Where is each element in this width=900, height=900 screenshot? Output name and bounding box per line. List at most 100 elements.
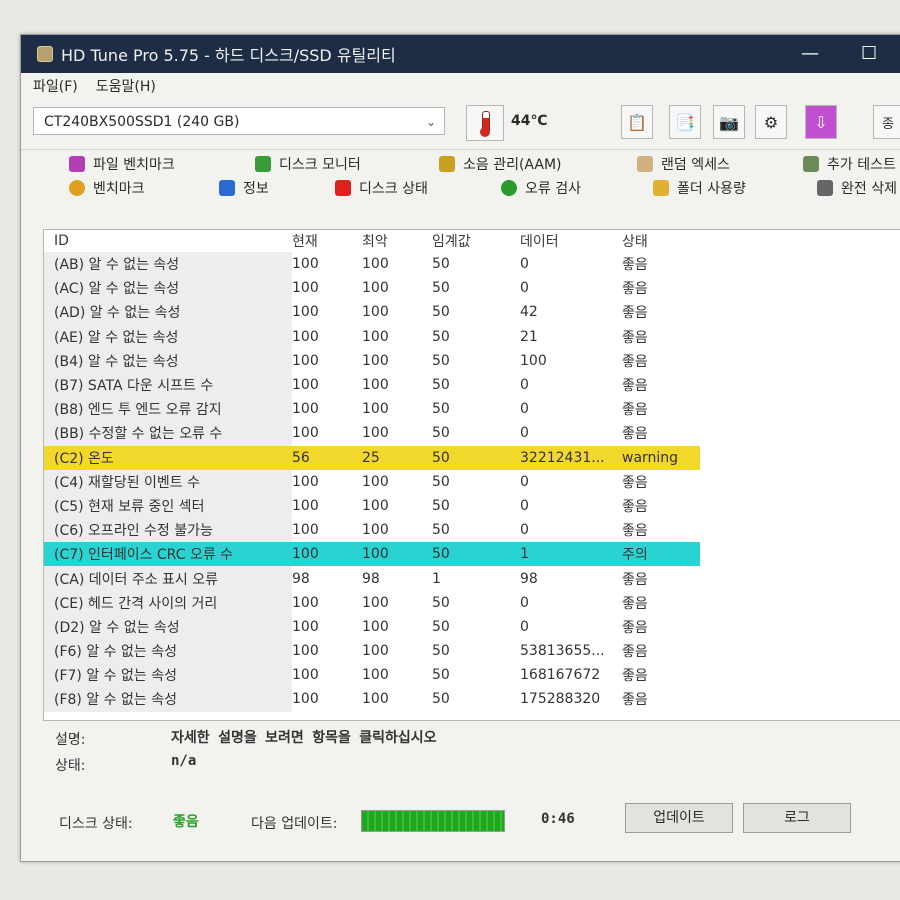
menu-help[interactable]: 도움말(H) bbox=[96, 76, 156, 96]
table-row[interactable]: (F6) 알 수 없는 속성 100 100 50 53813655... 좋음 bbox=[44, 639, 700, 664]
cell-status: 좋음 bbox=[622, 644, 648, 661]
cell-current: 100 bbox=[292, 594, 319, 611]
table-row[interactable]: (AC) 알 수 없는 속성 100 100 50 0 좋음 bbox=[44, 276, 700, 301]
cell-threshold: 50 bbox=[432, 445, 520, 470]
tab-label: 오류 검사 bbox=[525, 181, 581, 197]
tab-label: 파일 벤치마크 bbox=[93, 157, 175, 173]
cell-threshold: 50 bbox=[432, 522, 450, 539]
cell-threshold: 50 bbox=[432, 542, 520, 567]
screenshot-camera-icon[interactable]: 📷 bbox=[713, 105, 745, 139]
cell-worst: 100 bbox=[362, 352, 389, 369]
minimize-button[interactable]: — bbox=[801, 43, 819, 64]
cell-current: 100 bbox=[292, 473, 319, 490]
cell-worst: 100 bbox=[362, 497, 389, 514]
cell-current: 100 bbox=[292, 691, 319, 708]
drive-selector[interactable]: CT240BX500SSD1 (240 GB) ⌄ bbox=[33, 107, 445, 135]
column-header-data[interactable]: 데이터 bbox=[520, 230, 622, 252]
cell-worst: 100 bbox=[362, 328, 389, 345]
tab-file-benchmark[interactable]: 파일 벤치마크 bbox=[69, 154, 175, 174]
cell-current: 100 bbox=[292, 280, 319, 297]
tab-erase[interactable]: 완전 삭제 bbox=[817, 178, 897, 198]
cell-worst: 100 bbox=[362, 401, 389, 418]
table-row[interactable]: (C2) 온도 56 25 50 32212431... warning bbox=[44, 445, 700, 470]
table-row[interactable]: (C5) 현재 보류 중인 섹터 100 100 50 0 좋음 bbox=[44, 493, 700, 519]
cell-worst: 100 bbox=[362, 643, 389, 660]
cell-status: 주의 bbox=[622, 542, 700, 567]
cell-id: (B8) 엔드 투 엔드 오류 감지 bbox=[44, 397, 292, 422]
cell-worst: 100 bbox=[362, 691, 389, 708]
cell-status: 좋음 bbox=[622, 281, 648, 298]
next-update-time: 0:46 bbox=[541, 811, 575, 827]
table-row[interactable]: (B7) SATA 다운 시프트 수 100 100 50 0 좋음 bbox=[44, 372, 700, 398]
table-row[interactable]: (CE) 헤드 간격 사이의 거리 100 100 50 0 좋음 bbox=[44, 590, 700, 615]
column-header-worst[interactable]: 최악 bbox=[362, 230, 432, 252]
table-row[interactable]: (C6) 오프라인 수정 불가능 100 100 50 0 좋음 bbox=[44, 518, 700, 543]
copy-all-icon[interactable]: 📑 bbox=[669, 105, 701, 139]
details-footer: 설명: 자세한 설명을 보려면 항목을 클릭하십시오 상태: n/a 디스크 상… bbox=[21, 725, 900, 855]
column-header-id[interactable]: ID bbox=[44, 230, 292, 252]
table-row[interactable]: (C4) 재할당된 이벤트 수 100 100 50 0 좋음 bbox=[44, 469, 700, 494]
table-row[interactable]: (B4) 알 수 없는 속성 100 100 50 100 좋음 bbox=[44, 348, 700, 373]
cell-worst: 100 bbox=[362, 594, 389, 611]
cell-worst: 100 bbox=[362, 280, 389, 297]
status-label: 상태: bbox=[55, 758, 86, 774]
cell-worst: 100 bbox=[362, 377, 389, 394]
table-header-row: ID 현재 최악 임계값 데이터 상태 bbox=[44, 230, 700, 252]
table-row[interactable]: (AD) 알 수 없는 속성 100 100 50 42 좋음 bbox=[44, 300, 700, 325]
cell-data: 0 bbox=[520, 280, 529, 297]
cell-data: 0 bbox=[520, 401, 529, 418]
smart-attribute-table[interactable]: ID 현재 최악 임계값 데이터 상태 (AB) 알 수 없는 속성 100 100… bbox=[43, 229, 900, 721]
table-row[interactable]: (AE) 알 수 없는 속성 100 100 50 21 좋음 bbox=[44, 324, 700, 349]
cell-status: 좋음 bbox=[622, 257, 648, 274]
column-header-threshold[interactable]: 임계값 bbox=[432, 230, 520, 252]
cell-threshold: 50 bbox=[432, 280, 450, 297]
update-progress-bar bbox=[361, 810, 505, 832]
tab-aam[interactable]: 소음 관리(AAM) bbox=[439, 154, 562, 174]
column-header-status[interactable]: 상태 bbox=[622, 230, 700, 252]
tab-random-access[interactable]: 랜덤 엑세스 bbox=[637, 154, 730, 174]
cell-threshold: 1 bbox=[432, 570, 441, 587]
cell-data: 21 bbox=[520, 328, 538, 345]
cell-current: 100 bbox=[292, 618, 319, 635]
tab-error-scan[interactable]: 오류 검사 bbox=[501, 178, 581, 198]
table-row[interactable]: (AB) 알 수 없는 속성 100 100 50 0 좋음 bbox=[44, 252, 700, 277]
cell-threshold: 50 bbox=[432, 594, 450, 611]
table-row[interactable]: (BB) 수정할 수 없는 오류 수 100 100 50 0 좋음 bbox=[44, 421, 700, 446]
description-value: 자세한 설명을 보려면 항목을 클릭하십시오 bbox=[171, 730, 437, 746]
cell-threshold: 50 bbox=[432, 473, 450, 490]
cell-threshold: 50 bbox=[432, 643, 450, 660]
cell-current: 100 bbox=[292, 542, 362, 567]
table-row[interactable]: (B8) 엔드 투 엔드 오류 감지 100 100 50 0 좋음 bbox=[44, 397, 700, 422]
tab-info[interactable]: 정보 bbox=[219, 178, 269, 198]
table-row[interactable]: (F8) 알 수 없는 속성 100 100 50 175288320 좋음 bbox=[44, 687, 700, 712]
thermometer-icon bbox=[466, 105, 504, 141]
options-icon[interactable]: ⚙ bbox=[755, 105, 787, 139]
cell-current: 100 bbox=[292, 522, 319, 539]
table-row[interactable]: (CA) 데이터 주소 표시 오류 98 98 1 98 좋음 bbox=[44, 566, 700, 591]
toolbar: CT240BX500SSD1 (240 GB) ⌄ 44℃ 📋 📑 📷 ⚙ ⇩ … bbox=[21, 99, 900, 150]
tab-health[interactable]: 디스크 상태 bbox=[335, 178, 428, 198]
table-row[interactable]: (C7) 인터페이스 CRC 오류 수 100 100 50 1 주의 bbox=[44, 542, 700, 567]
exit-button[interactable]: 종 bbox=[873, 105, 900, 139]
exit-download-icon[interactable]: ⇩ bbox=[805, 105, 837, 139]
tab-folder-usage[interactable]: 폴더 사용량 bbox=[653, 178, 746, 198]
cell-threshold: 50 bbox=[432, 328, 450, 345]
status-value: n/a bbox=[171, 753, 197, 769]
tab-disk-monitor[interactable]: 디스크 모니터 bbox=[255, 154, 361, 174]
tab-benchmark[interactable]: 벤치마크 bbox=[69, 178, 145, 198]
cell-id: (AB) 알 수 없는 속성 bbox=[44, 252, 292, 277]
update-button[interactable]: 업데이트 bbox=[625, 803, 733, 833]
tab-extra-tests[interactable]: 추가 테스트 bbox=[803, 154, 896, 174]
cell-id: (F8) 알 수 없는 속성 bbox=[44, 687, 292, 712]
random-access-icon bbox=[637, 156, 653, 172]
table-row[interactable]: (F7) 알 수 없는 속성 100 100 50 168167672 좋음 bbox=[44, 663, 700, 688]
cell-current: 100 bbox=[292, 304, 319, 321]
maximize-button[interactable]: ☐ bbox=[861, 43, 877, 64]
menu-file[interactable]: 파일(F) bbox=[33, 76, 78, 96]
cell-current: 100 bbox=[292, 401, 319, 418]
column-header-current[interactable]: 현재 bbox=[292, 230, 362, 252]
tab-label: 완전 삭제 bbox=[841, 181, 897, 197]
copy-info-icon[interactable]: 📋 bbox=[621, 105, 653, 139]
log-button[interactable]: 로그 bbox=[743, 803, 851, 833]
table-row[interactable]: (D2) 알 수 없는 속성 100 100 50 0 좋음 bbox=[44, 614, 700, 639]
